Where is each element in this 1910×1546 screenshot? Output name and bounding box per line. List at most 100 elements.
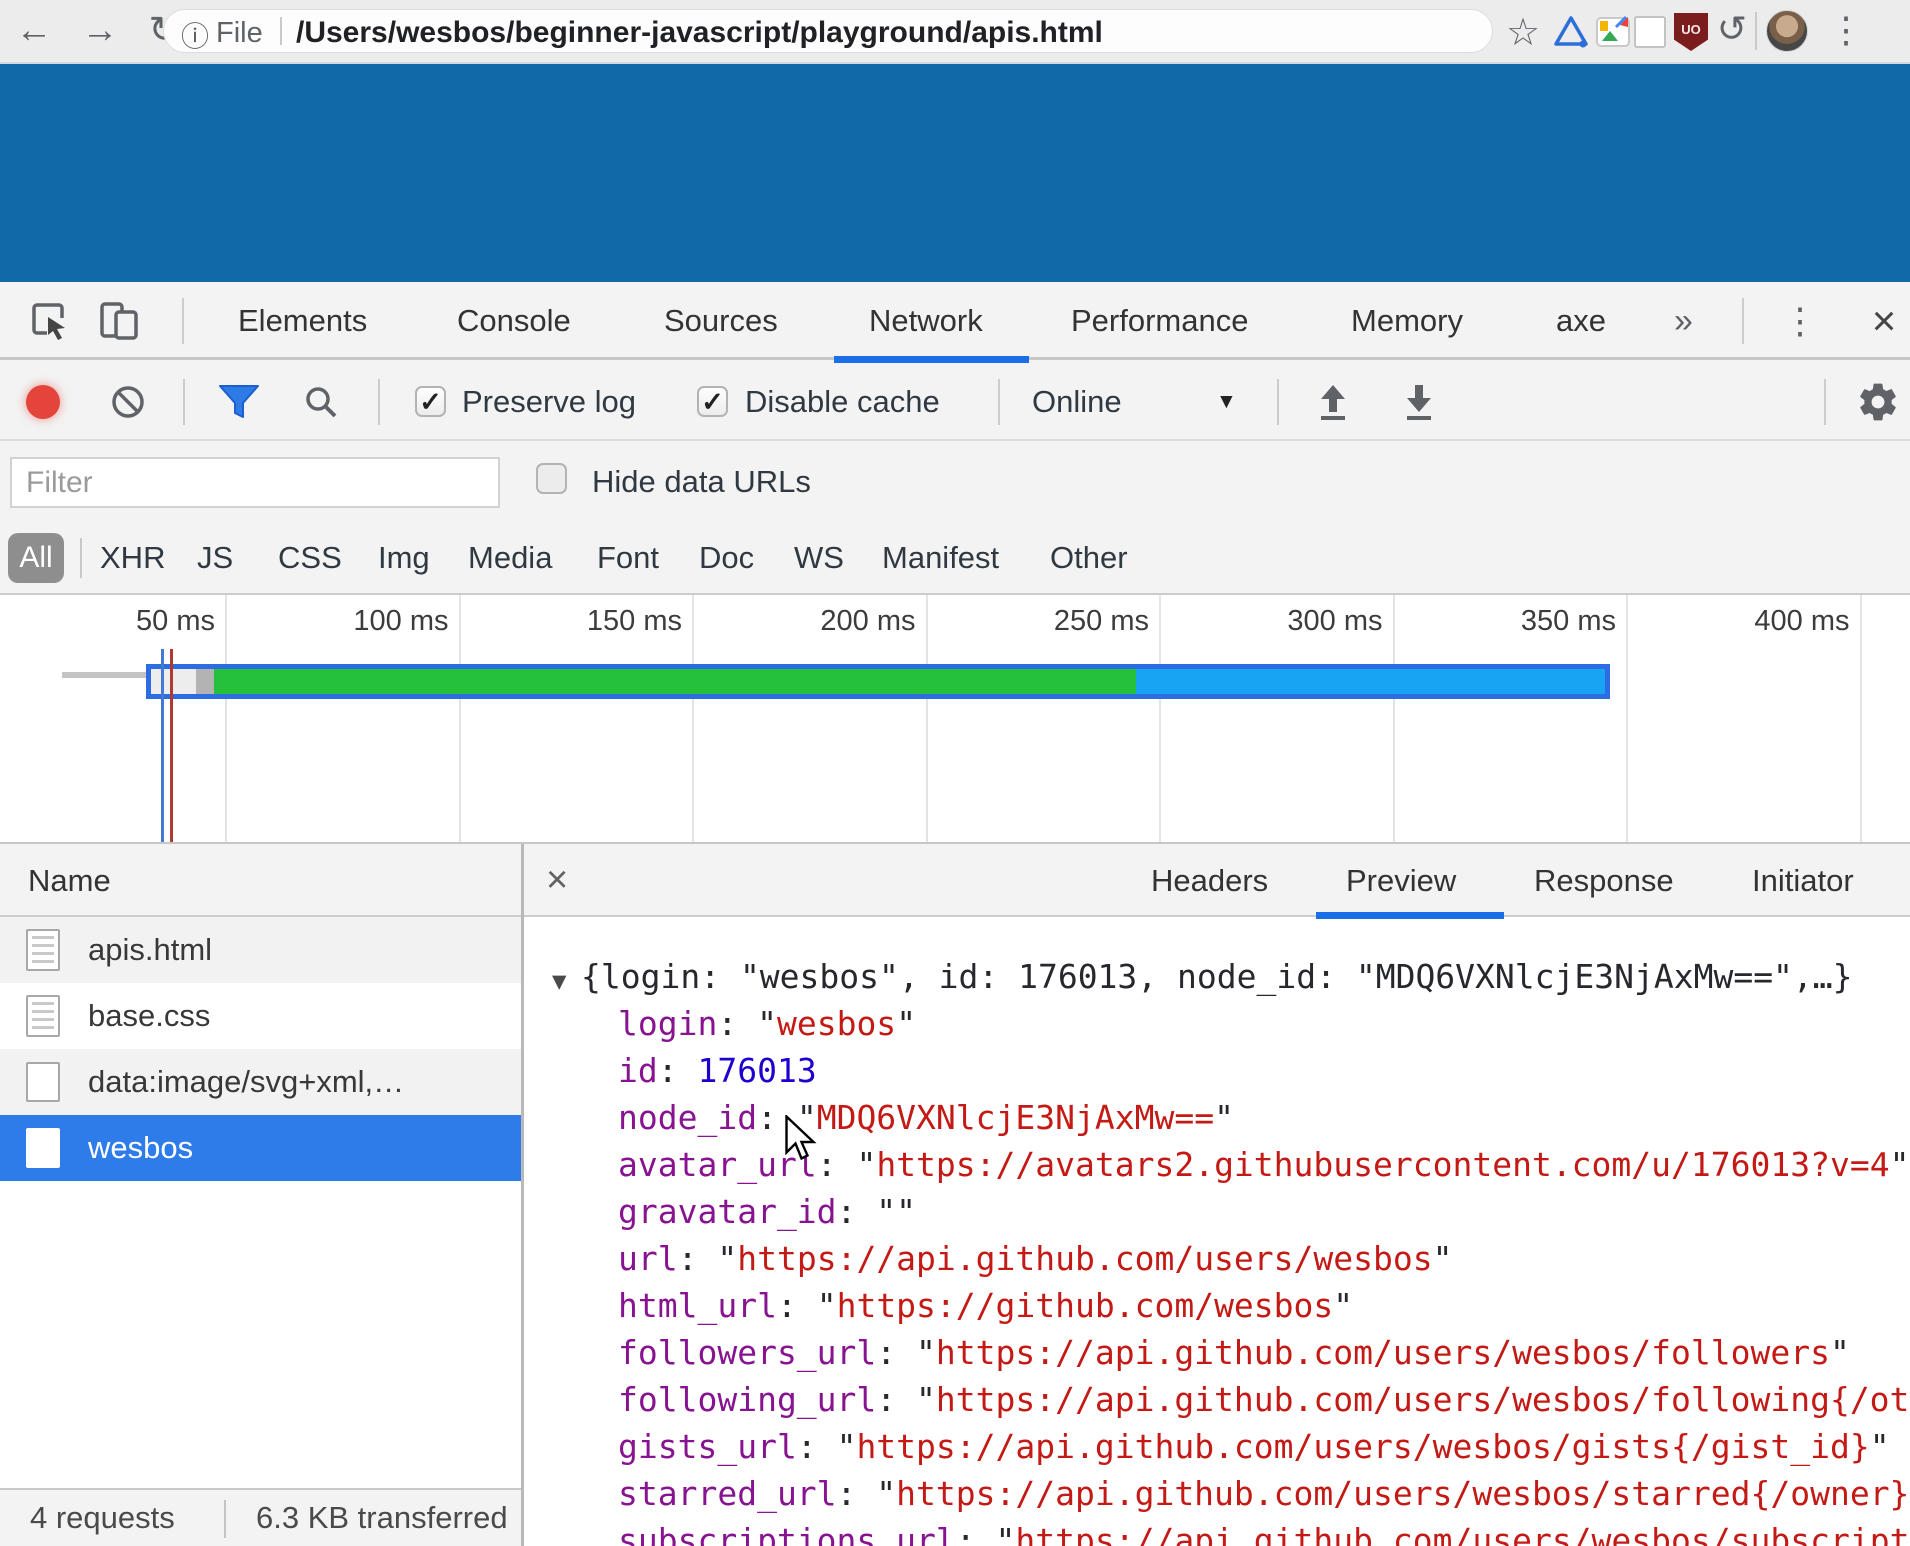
request-row-1[interactable]: apis.html bbox=[0, 917, 521, 983]
type-filter-media[interactable]: Media bbox=[468, 521, 552, 595]
timeline-gridline bbox=[1393, 595, 1395, 842]
axe-extension-icon[interactable] bbox=[1552, 13, 1590, 51]
timeline-tick-label: 300 ms bbox=[1223, 605, 1383, 638]
tab-console[interactable]: Console bbox=[457, 282, 571, 360]
export-har-icon[interactable] bbox=[1398, 382, 1440, 424]
browser-menu-icon[interactable]: ⋮ bbox=[1826, 9, 1866, 51]
forward-button-icon[interactable]: → bbox=[78, 8, 122, 52]
type-filter-doc[interactable]: Doc bbox=[699, 521, 754, 595]
devtools-menu-icon[interactable]: ⋮ bbox=[1782, 294, 1818, 348]
type-filter-xhr[interactable]: XHR bbox=[100, 521, 165, 595]
tab-memory[interactable]: Memory bbox=[1351, 282, 1463, 360]
json-property-row[interactable]: followers_url: "https://api.github.com/u… bbox=[524, 1332, 1910, 1374]
search-icon[interactable] bbox=[302, 383, 340, 421]
tab-elements[interactable]: Elements bbox=[238, 282, 367, 360]
waterfall-wait-segment bbox=[151, 669, 196, 694]
network-settings-gear-icon[interactable] bbox=[1856, 380, 1900, 424]
tab-axe[interactable]: axe bbox=[1556, 282, 1606, 360]
disable-cache-label[interactable]: Disable cache bbox=[745, 363, 940, 441]
tabbar-separator bbox=[182, 298, 184, 344]
hide-data-urls-checkbox[interactable] bbox=[536, 463, 567, 494]
filter-funnel-icon[interactable] bbox=[218, 384, 260, 420]
throttling-caret-icon[interactable]: ▼ bbox=[1216, 363, 1237, 441]
session-restore-extension-icon[interactable]: ↺ bbox=[1712, 8, 1752, 46]
clear-network-log-icon[interactable] bbox=[110, 384, 146, 420]
json-colon: : bbox=[876, 1333, 916, 1372]
browser-toolbar: ← → ↻ ⓘ File /Users/wesbos/beginner-java… bbox=[0, 0, 1910, 62]
hide-data-urls-label[interactable]: Hide data URLs bbox=[592, 443, 811, 521]
bookmark-star-icon[interactable]: ☆ bbox=[1506, 10, 1540, 55]
json-open-quote: " bbox=[757, 1004, 777, 1043]
device-toolbar-icon[interactable] bbox=[98, 300, 144, 342]
requests-name-column-header[interactable]: Name bbox=[0, 844, 521, 917]
more-tabs-chevron-icon[interactable]: » bbox=[1674, 282, 1693, 360]
preview-json-tree[interactable]: ▼ {login: "wesbos", id: 176013, node_id:… bbox=[524, 919, 1910, 1546]
detail-tab-initiator[interactable]: Initiator bbox=[1752, 844, 1854, 917]
json-property-row[interactable]: avatar_url: "https://avatars2.githubuser… bbox=[524, 1144, 1910, 1186]
json-colon: : bbox=[817, 1145, 857, 1184]
request-details-pane: × HeadersPreviewResponseInitiatorTiming … bbox=[524, 844, 1910, 1546]
json-close-quote: " bbox=[1830, 1333, 1850, 1372]
preserve-log-label[interactable]: Preserve log bbox=[462, 363, 636, 441]
disable-cache-checkbox[interactable]: ✓ bbox=[697, 386, 728, 417]
overview-early-requests-bar bbox=[62, 672, 146, 678]
json-property-row[interactable]: starred_url: "https://api.github.com/use… bbox=[524, 1473, 1910, 1515]
detail-tab-preview[interactable]: Preview bbox=[1346, 844, 1456, 917]
page-info-icon[interactable]: ⓘ bbox=[181, 15, 209, 55]
detail-close-icon[interactable]: × bbox=[546, 844, 568, 917]
requests-pane: Name apis.htmlbase.cssdata:image/svg+xml… bbox=[0, 844, 521, 1546]
filter-input[interactable] bbox=[10, 457, 500, 508]
json-property-row[interactable]: node_id: "MDQ6VXNlcjE3NjAxMw==" bbox=[524, 1097, 1910, 1139]
back-button-icon[interactable]: ← bbox=[12, 8, 56, 52]
json-property-row[interactable]: gravatar_id: "" bbox=[524, 1191, 1910, 1233]
import-har-icon[interactable] bbox=[1312, 382, 1354, 424]
type-filter-ws[interactable]: WS bbox=[794, 521, 844, 595]
record-network-log-button[interactable] bbox=[26, 385, 60, 419]
network-main-area: Name apis.htmlbase.cssdata:image/svg+xml… bbox=[0, 844, 1910, 1546]
type-filter-img[interactable]: Img bbox=[378, 521, 430, 595]
timeline-gridline bbox=[459, 595, 461, 842]
type-filter-other[interactable]: Other bbox=[1050, 521, 1128, 595]
devtools-close-icon[interactable]: × bbox=[1862, 294, 1906, 348]
url-text[interactable]: /Users/wesbos/beginner-javascript/playgr… bbox=[296, 16, 1103, 50]
json-property-row[interactable]: gists_url: "https://api.github.com/users… bbox=[524, 1426, 1910, 1468]
json-property-row[interactable]: html_url: "https://github.com/wesbos" bbox=[524, 1285, 1910, 1327]
detail-tab-response[interactable]: Response bbox=[1534, 844, 1674, 917]
json-key: id bbox=[618, 1051, 658, 1090]
ublock-extension-icon[interactable]: UO bbox=[1674, 13, 1708, 51]
type-filter-js[interactable]: JS bbox=[197, 521, 233, 595]
request-row-3[interactable]: data:image/svg+xml,… bbox=[0, 1049, 521, 1115]
toolbar-separator bbox=[998, 379, 1000, 425]
preserve-log-checkbox[interactable]: ✓ bbox=[415, 386, 446, 417]
inspect-element-icon[interactable] bbox=[28, 300, 70, 342]
request-row-2[interactable]: base.css bbox=[0, 983, 521, 1049]
transferred-size: 6.3 KB transferred bbox=[256, 1490, 508, 1546]
tab-performance[interactable]: Performance bbox=[1071, 282, 1248, 360]
screenshot-extension-icon[interactable] bbox=[1594, 13, 1632, 51]
json-property-row[interactable]: url: "https://api.github.com/users/wesbo… bbox=[524, 1238, 1910, 1280]
json-close-quote: " bbox=[896, 1004, 916, 1043]
network-overview-timeline[interactable]: 50 ms100 ms150 ms200 ms250 ms300 ms350 m… bbox=[0, 595, 1910, 844]
tab-network[interactable]: Network bbox=[869, 282, 983, 360]
json-property-row[interactable]: following_url: "https://api.github.com/u… bbox=[524, 1379, 1910, 1421]
overview-waterfall-bar[interactable] bbox=[146, 664, 1610, 699]
webpage-viewport[interactable] bbox=[0, 62, 1910, 282]
address-bar[interactable]: ⓘ File /Users/wesbos/beginner-javascript… bbox=[163, 9, 1493, 53]
type-filter-manifest[interactable]: Manifest bbox=[882, 521, 999, 595]
type-filter-css[interactable]: CSS bbox=[278, 521, 342, 595]
throttling-select-value[interactable]: Online bbox=[1032, 363, 1122, 441]
type-filter-font[interactable]: Font bbox=[597, 521, 659, 595]
disclosure-triangle-icon[interactable]: ▼ bbox=[552, 960, 566, 1002]
profile-avatar[interactable] bbox=[1766, 10, 1808, 52]
detail-tab-headers[interactable]: Headers bbox=[1151, 844, 1268, 917]
json-property-row[interactable]: subscriptions_url: "https://api.github.c… bbox=[524, 1520, 1910, 1546]
tab-sources[interactable]: Sources bbox=[664, 282, 778, 360]
timeline-gridline bbox=[926, 595, 928, 842]
type-filter-all[interactable]: All bbox=[8, 533, 64, 583]
extension-icon[interactable] bbox=[1634, 16, 1666, 48]
json-property-row[interactable]: id: 176013 bbox=[524, 1050, 1910, 1092]
json-string-value: https://api.github.com/users/wesbos/subs… bbox=[1015, 1521, 1909, 1546]
request-row-4[interactable]: wesbos bbox=[0, 1115, 521, 1181]
json-string-value: https://api.github.com/users/wesbos/foll… bbox=[936, 1333, 1830, 1372]
json-property-row[interactable]: login: "wesbos" bbox=[524, 1003, 1910, 1045]
